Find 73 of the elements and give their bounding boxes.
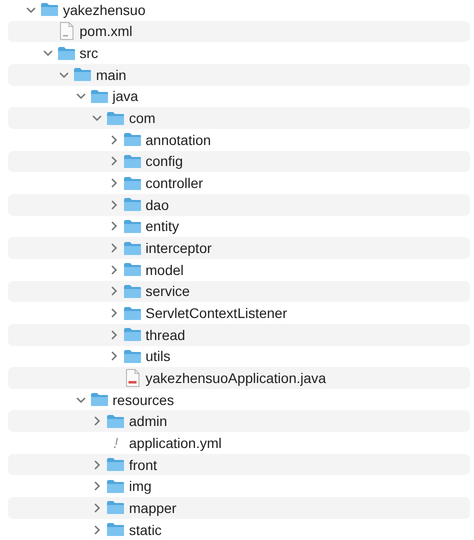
folder-name: resources: [112, 392, 174, 408]
folder-name: ServletContextListener: [146, 305, 288, 322]
folder-icon: [122, 327, 142, 342]
folder-icon: [106, 110, 125, 126]
folder-name: annotation: [146, 132, 211, 148]
tree-row[interactable]: resources: [8, 388, 470, 410]
folder-name: controller: [146, 175, 204, 192]
folder-icon: [122, 197, 142, 212]
folder-icon: [122, 240, 142, 256]
folder-name: utils: [146, 348, 170, 364]
tree-row[interactable]: utils: [8, 346, 470, 368]
folder-name: java: [112, 88, 138, 104]
tree-row[interactable]: src: [8, 42, 470, 64]
folder-icon: [106, 478, 125, 494]
folder-icon: [122, 262, 142, 278]
folder-icon: [90, 88, 108, 104]
tree-row[interactable]: mapper: [8, 497, 470, 519]
folder-icon: [106, 500, 125, 516]
folder-icon: [106, 457, 125, 472]
folder-name: mapper: [129, 500, 176, 516]
folder-icon: [122, 132, 142, 148]
tree-row[interactable]: model: [8, 258, 470, 281]
tree-row[interactable]: dao: [8, 194, 470, 216]
folder-name: config: [146, 153, 183, 170]
tree-row[interactable]: ServletContextListener: [8, 302, 470, 324]
folder-name: front: [129, 456, 158, 473]
folder-icon: [122, 348, 142, 364]
folder-icon: [122, 176, 142, 191]
tree-row[interactable]: entity: [8, 216, 470, 238]
folder-name: static: [129, 522, 162, 538]
tree-row[interactable]: main: [8, 64, 470, 86]
folder-name: model: [146, 262, 184, 278]
folder-icon: [106, 414, 125, 429]
tree-row[interactable]: admin: [8, 410, 470, 432]
tree-row[interactable]: img: [8, 475, 470, 498]
folder-icon: [122, 218, 142, 234]
folder-name: service: [146, 283, 190, 300]
folder-icon: [122, 306, 142, 321]
tree-row[interactable]: yakezhensuoApplication.java: [8, 367, 470, 389]
exclamation-file-icon: [114, 438, 118, 448]
tree-row[interactable]: static: [8, 518, 470, 540]
folder-name: thread: [146, 326, 186, 343]
tree-row[interactable]: yakezhensuo: [8, 0, 470, 21]
folder-name: admin: [129, 413, 168, 430]
folder-name: img: [129, 478, 152, 494]
tree-row[interactable]: controller: [8, 172, 470, 194]
folder-icon: [73, 67, 92, 82]
tree-row[interactable]: config: [8, 150, 470, 172]
file-name: application.yml: [129, 434, 222, 451]
folder-icon: [122, 284, 142, 299]
tree-row[interactable]: annotation: [8, 128, 470, 151]
tree-row[interactable]: com: [8, 107, 470, 129]
folder-name: src: [80, 45, 98, 62]
folder-name: main: [96, 66, 126, 83]
tree-row[interactable]: pom.xml: [8, 20, 470, 42]
folder-name: entity: [146, 218, 179, 234]
folder-name: interceptor: [146, 240, 212, 256]
file-name: yakezhensuoApplication.java: [146, 370, 326, 386]
folder-name: com: [129, 110, 156, 126]
folder-icon: [56, 46, 76, 61]
tree-row[interactable]: java: [8, 86, 470, 108]
tree-row[interactable]: thread: [8, 324, 470, 346]
folder-icon: [122, 154, 142, 169]
folder-icon: [90, 392, 108, 408]
folder-name: yakezhensuo: [63, 2, 146, 18]
tree-row[interactable]: application.yml: [8, 432, 470, 454]
file-name: pom.xml: [80, 23, 132, 40]
tree-row[interactable]: front: [8, 454, 470, 476]
tree-row[interactable]: interceptor: [8, 237, 470, 259]
tree-row[interactable]: service: [8, 280, 470, 302]
folder-icon: [40, 2, 59, 18]
folder-name: dao: [146, 196, 169, 213]
folder-icon: [106, 522, 125, 538]
